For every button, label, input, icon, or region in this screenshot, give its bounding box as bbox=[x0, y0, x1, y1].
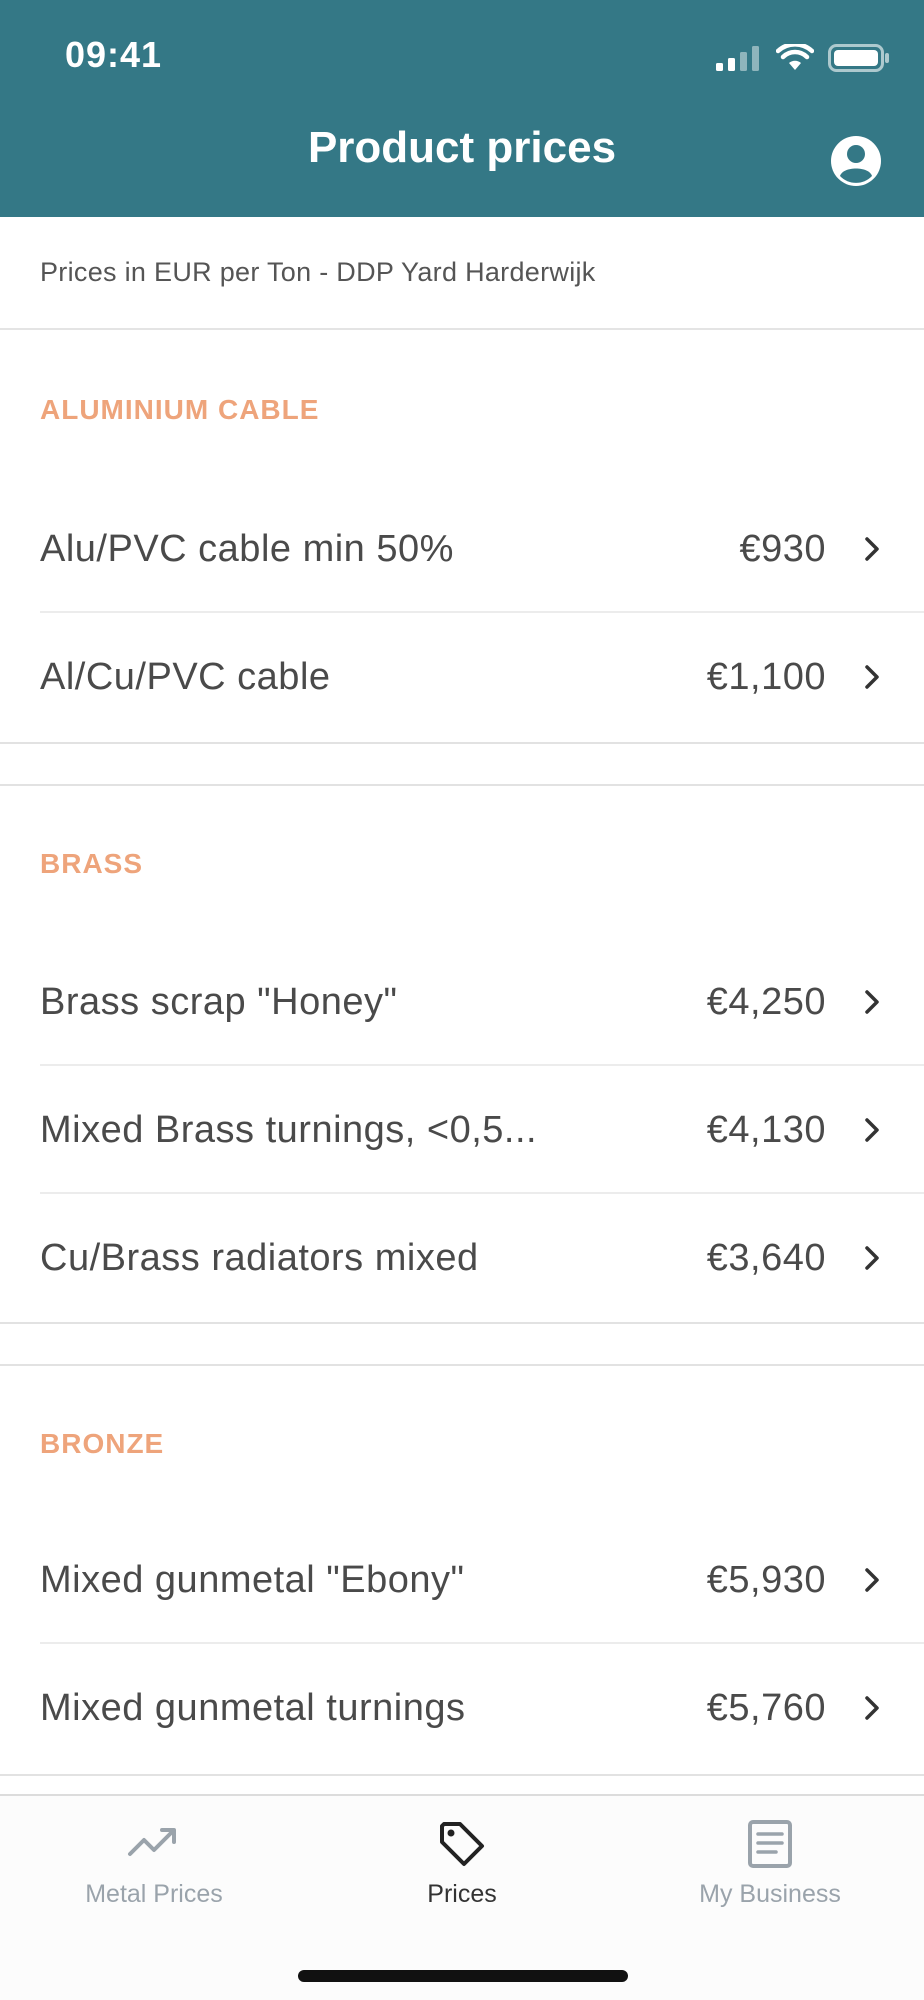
tab-label: Metal Prices bbox=[85, 1880, 223, 1908]
chevron-right-icon bbox=[865, 1118, 879, 1142]
product-price: €1,100 bbox=[706, 656, 826, 698]
status-time: 09:41 bbox=[65, 34, 163, 75]
home-indicator[interactable] bbox=[298, 1970, 628, 1982]
document-icon bbox=[748, 1820, 792, 1868]
product-row[interactable]: Al/Cu/PVC cable €1,100 bbox=[0, 613, 924, 741]
product-name: Cu/Brass radiators mixed bbox=[40, 1237, 479, 1279]
section-gap bbox=[0, 744, 924, 786]
product-name: Brass scrap "Honey" bbox=[40, 981, 398, 1023]
section-header: BRASS bbox=[40, 848, 144, 879]
tab-metal-prices[interactable]: Metal Prices bbox=[0, 1816, 308, 1926]
product-name: Alu/PVC cable min 50% bbox=[40, 528, 454, 570]
product-price: €3,640 bbox=[706, 1237, 826, 1279]
product-name: Mixed gunmetal turnings bbox=[40, 1687, 466, 1729]
chevron-right-icon bbox=[865, 537, 879, 561]
tag-icon bbox=[440, 1822, 484, 1866]
wifi-icon bbox=[776, 44, 814, 70]
app-header: 09:41 Product prices bbox=[0, 0, 924, 217]
product-row[interactable]: Mixed gunmetal "Ebony" €5,930 bbox=[0, 1516, 924, 1644]
page-title: Product prices bbox=[307, 123, 617, 172]
tab-my-business[interactable]: My Business bbox=[616, 1816, 924, 1926]
product-row[interactable]: Cu/Brass radiators mixed €3,640 bbox=[0, 1194, 924, 1322]
section-header: BRONZE bbox=[40, 1428, 165, 1459]
status-icons bbox=[716, 38, 890, 78]
chevron-right-icon bbox=[865, 1246, 879, 1270]
product-price: €5,930 bbox=[706, 1559, 826, 1601]
product-price: €4,250 bbox=[706, 981, 826, 1023]
product-name: Mixed Brass turnings, <0,5... bbox=[40, 1109, 538, 1151]
product-row[interactable]: Brass scrap "Honey" €4,250 bbox=[0, 938, 924, 1066]
section-bronze: BRONZE Mixed gunmetal "Ebony" €5,930 Mix… bbox=[0, 1366, 924, 1776]
section-brass: BRASS Brass scrap "Honey" €4,250 Mixed B… bbox=[0, 786, 924, 1324]
product-name: Mixed gunmetal "Ebony" bbox=[40, 1559, 465, 1601]
trending-up-icon bbox=[128, 1828, 176, 1856]
chevron-right-icon bbox=[865, 665, 879, 689]
user-circle-icon bbox=[831, 136, 881, 186]
chevron-right-icon bbox=[865, 1696, 879, 1720]
product-price: €5,760 bbox=[706, 1687, 826, 1729]
profile-button[interactable] bbox=[830, 135, 882, 187]
product-row[interactable]: Alu/PVC cable min 50% €930 bbox=[0, 485, 924, 613]
section-aluminium-cable: ALUMINIUM CABLE Alu/PVC cable min 50% €9… bbox=[0, 332, 924, 744]
price-info-subtitle: Prices in EUR per Ton - DDP Yard Harderw… bbox=[0, 217, 924, 330]
product-row[interactable]: Mixed Brass turnings, <0,5... €4,130 bbox=[0, 1066, 924, 1194]
section-header: ALUMINIUM CABLE bbox=[40, 394, 320, 425]
product-price: €4,130 bbox=[706, 1109, 826, 1151]
section-gap bbox=[0, 1324, 924, 1366]
chevron-right-icon bbox=[865, 990, 879, 1014]
signal-icon bbox=[716, 46, 759, 71]
tab-prices[interactable]: Prices bbox=[308, 1816, 616, 1926]
product-row[interactable]: Mixed gunmetal turnings €5,760 bbox=[0, 1644, 924, 1772]
product-price: €930 bbox=[739, 528, 826, 570]
chevron-right-icon bbox=[865, 1568, 879, 1592]
product-name: Al/Cu/PVC cable bbox=[40, 656, 331, 698]
app-screen: 09:41 Product prices Prices in EUR per T… bbox=[0, 0, 924, 2000]
tab-label: Prices bbox=[427, 1880, 497, 1908]
battery-icon bbox=[828, 44, 889, 72]
tab-label: My Business bbox=[699, 1880, 841, 1908]
